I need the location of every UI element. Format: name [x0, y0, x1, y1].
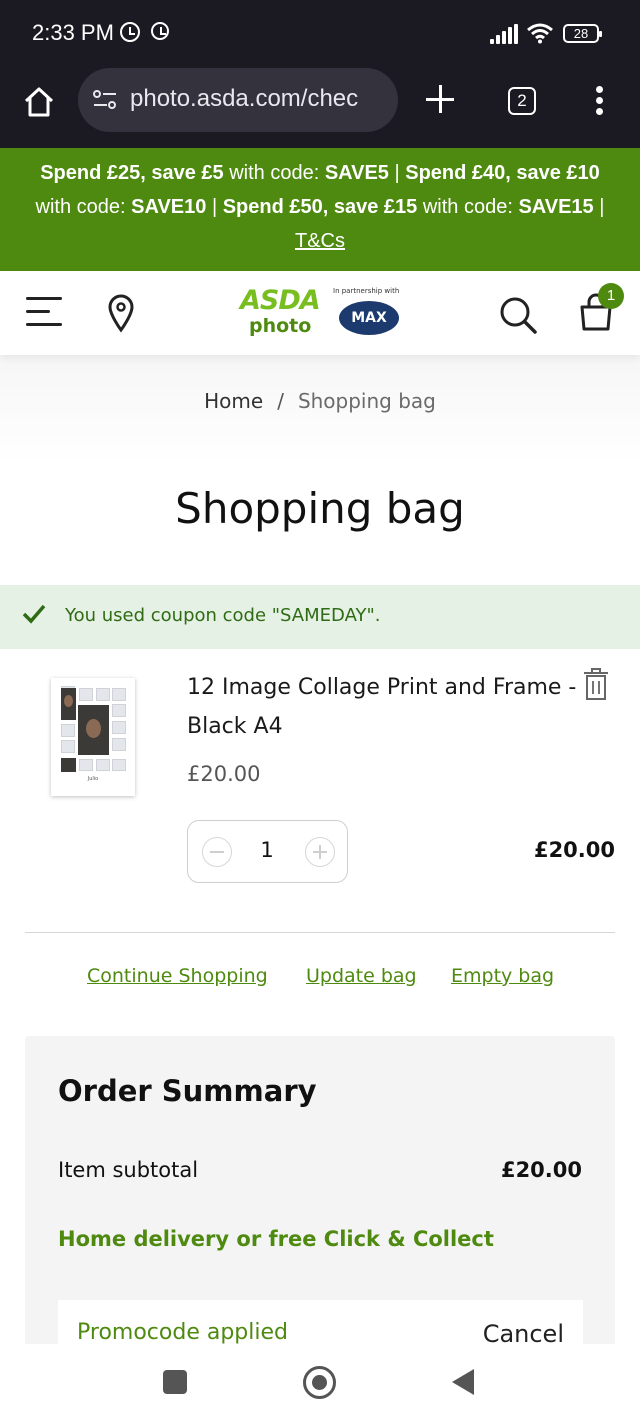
coupon-notice: You used coupon code "SAMEDAY". [0, 585, 640, 649]
promo-offer-3: Spend £50, save £15 [222, 196, 418, 218]
battery-icon: 28 [563, 24, 602, 43]
wifi-icon [527, 23, 553, 44]
back-icon[interactable] [452, 1369, 474, 1395]
promo-separator: | [206, 196, 223, 218]
subtotal-value: £20.00 [500, 1158, 582, 1182]
check-icon [22, 604, 46, 624]
promo-text: with code: [417, 196, 519, 218]
site-settings-icon[interactable] [92, 88, 118, 112]
system-nav-bar [0, 1344, 640, 1422]
home-nav-icon[interactable] [303, 1366, 336, 1399]
promocode-applied-label: Promocode applied [77, 1320, 288, 1345]
promo-text: with code: [35, 196, 132, 218]
home-icon[interactable] [22, 85, 56, 119]
trash-icon[interactable] [582, 666, 610, 702]
max-logo: MAX [339, 301, 399, 335]
promo-code-1: SAVE5 [324, 162, 389, 184]
order-summary: Order Summary Item subtotal £20.00 Home … [25, 1036, 615, 1380]
url-text[interactable]: photo.asda.com/chec [130, 85, 392, 113]
continue-shopping-link[interactable]: Continue Shopping [87, 965, 268, 987]
status-bar: 2:33 PM 28 [0, 0, 640, 68]
more-menu-icon[interactable] [596, 86, 604, 116]
alarm-icon [120, 22, 140, 42]
plus-icon[interactable] [305, 837, 335, 867]
page-title: Shopping bag [175, 484, 465, 533]
promo-offer-1: Spend £25, save £5 [40, 162, 224, 184]
promo-banner: Spend £25, save £5 with code: SAVE5 | Sp… [0, 148, 640, 271]
menu-icon[interactable] [26, 295, 62, 329]
site-header: ASDA photo In partnership with MAX 1 [0, 271, 640, 355]
promo-text: with code: [223, 162, 325, 184]
logo-photo-text: photo [249, 315, 312, 337]
quantity-stepper: 1 [187, 820, 348, 883]
location-pin-icon[interactable] [107, 293, 135, 333]
promo-separator: | [593, 196, 605, 218]
terms-link[interactable]: T&Cs [295, 230, 345, 252]
minus-icon[interactable] [202, 837, 232, 867]
promo-offer-2: Spend £40, save £10 [405, 162, 600, 184]
item-name[interactable]: 12 Image Collage Print and Frame - Black… [187, 668, 577, 746]
product-thumbnail[interactable]: Julio [51, 678, 135, 796]
update-bag-link[interactable]: Update bag [306, 965, 417, 987]
promo-code-3: SAVE15 [518, 196, 594, 218]
breadcrumb-area: Home / Shopping bag [0, 355, 640, 465]
thumbnail-caption: Julio [87, 776, 99, 782]
new-tab-icon[interactable] [425, 84, 455, 114]
address-bar[interactable]: photo.asda.com/chec [78, 68, 398, 132]
breadcrumb-home[interactable]: Home [204, 389, 263, 413]
partner-text: In partnership with [333, 287, 400, 295]
status-time: 2:33 PM [32, 20, 114, 45]
empty-bag-link[interactable]: Empty bag [451, 965, 554, 987]
asda-photo-logo[interactable]: ASDA photo In partnership with MAX [240, 285, 410, 343]
divider [25, 932, 615, 933]
signal-icon [490, 24, 520, 44]
breadcrumb-current: Shopping bag [297, 389, 436, 413]
tabs-icon[interactable]: 2 [508, 87, 536, 115]
item-unit-price: £20.00 [187, 762, 261, 786]
delivery-info: Home delivery or free Click & Collect [58, 1227, 494, 1251]
breadcrumb: Home / Shopping bag [0, 389, 640, 413]
quantity-input[interactable]: 1 [252, 838, 282, 862]
promo-separator: | [388, 162, 406, 184]
recents-icon[interactable] [163, 1370, 187, 1394]
subtotal-label: Item subtotal [58, 1158, 199, 1182]
clock-icon [151, 22, 169, 40]
order-summary-title: Order Summary [58, 1074, 317, 1108]
promo-code-2: SAVE10 [131, 196, 207, 218]
browser-toolbar: photo.asda.com/chec 2 [0, 68, 640, 148]
item-line-total: £20.00 [533, 838, 615, 862]
breadcrumb-separator: / [277, 389, 284, 413]
coupon-notice-text: You used coupon code "SAMEDAY". [65, 605, 381, 626]
bag-count-badge: 1 [598, 283, 624, 309]
logo-asda-text: ASDA [240, 285, 321, 316]
search-icon[interactable] [498, 295, 538, 335]
